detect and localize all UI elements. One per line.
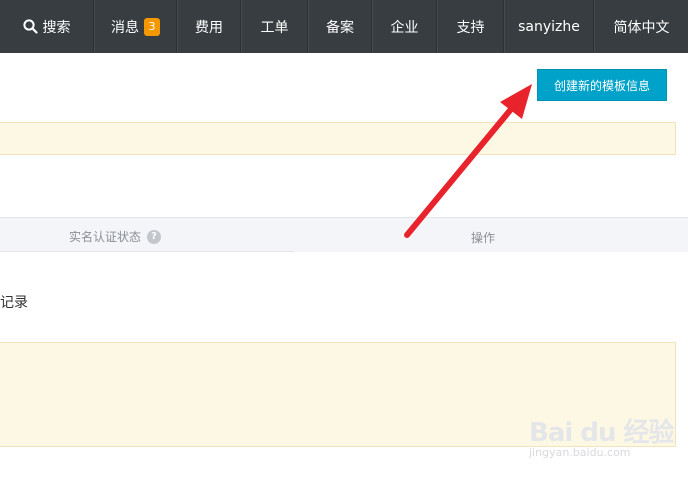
- message-count-badge: 3: [144, 17, 160, 36]
- nav-billing-label: 费用: [195, 19, 223, 36]
- column-header-verification-status: 实名认证状态 ?: [69, 228, 162, 245]
- nav-support-label: 支持: [456, 19, 485, 36]
- nav-messages[interactable]: 消息 3: [94, 0, 177, 53]
- nav-tickets[interactable]: 工单: [241, 0, 308, 53]
- nav-search[interactable]: 搜索: [0, 0, 94, 53]
- watermark-logo: Bai du 经验: [529, 418, 674, 448]
- username: sanyizhe: [518, 18, 580, 35]
- help-icon[interactable]: ?: [147, 229, 162, 244]
- nav-support[interactable]: 支持: [437, 0, 504, 53]
- create-template-button[interactable]: 创建新的模板信息: [537, 69, 667, 101]
- nav-language-select[interactable]: 简体中文: [594, 0, 688, 53]
- table-header: 实名认证状态 ? 操作: [0, 217, 688, 252]
- watermark-url: jingyan.baidu.com: [529, 446, 631, 459]
- page: 搜索 消息 3 费用 工单 备案 企业 支持 sanyizhe 简体中文 创建新…: [0, 0, 688, 481]
- top-navigation-bar: 搜索 消息 3 费用 工单 备案 企业 支持 sanyizhe 简体中文: [0, 0, 688, 53]
- language-label: 简体中文: [613, 19, 670, 36]
- nav-billing[interactable]: 费用: [177, 0, 241, 53]
- nav-enterprise[interactable]: 企业: [372, 0, 437, 53]
- nav-user-account[interactable]: sanyizhe: [504, 0, 594, 53]
- empty-table-message: 记录: [0, 295, 28, 311]
- search-icon: [22, 19, 38, 34]
- nav-enterprise-label: 企业: [390, 19, 419, 36]
- baidu-jingyan-watermark: Bai du 经验 jingyan.baidu.com: [529, 408, 679, 468]
- column-header-verification-status-label: 实名认证状态: [69, 230, 142, 244]
- nav-search-label: 搜索: [42, 19, 71, 36]
- nav-tickets-label: 工单: [260, 19, 289, 36]
- nav-messages-label: 消息: [111, 19, 139, 36]
- notice-banner: [0, 122, 676, 155]
- nav-icp-filing[interactable]: 备案: [308, 0, 372, 53]
- nav-icp-filing-label: 备案: [326, 19, 354, 36]
- column-header-operations: 操作: [471, 231, 496, 245]
